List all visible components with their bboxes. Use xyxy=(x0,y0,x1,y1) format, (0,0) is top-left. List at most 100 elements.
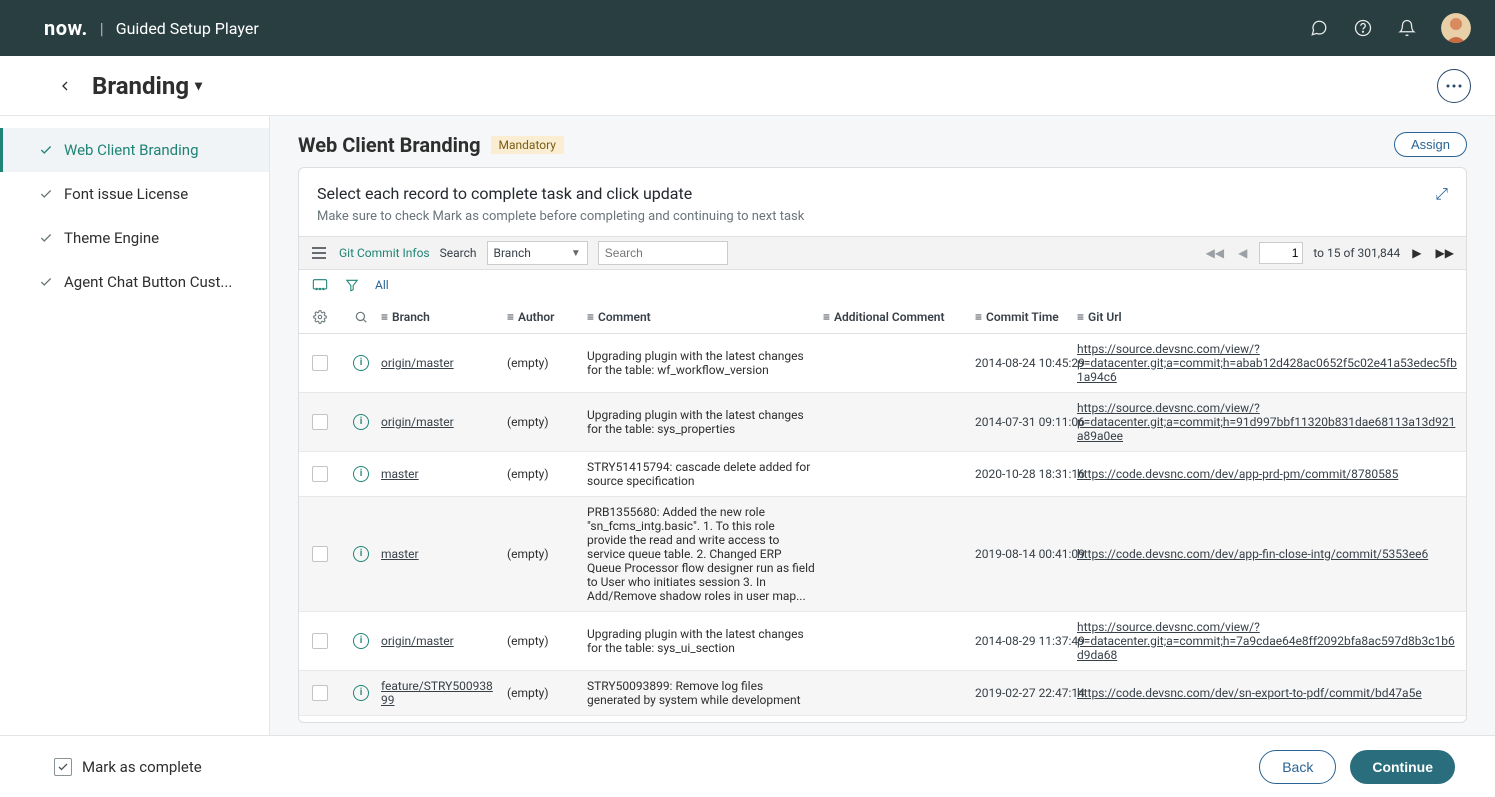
branch-link[interactable]: master xyxy=(381,467,419,481)
pager-last-icon[interactable]: ▶▶ xyxy=(1434,246,1456,260)
bell-icon[interactable] xyxy=(1397,18,1417,38)
pager-prev-icon[interactable]: ◀ xyxy=(1236,246,1249,260)
filter-icon[interactable] xyxy=(343,276,361,294)
column-header-branch[interactable]: ≡Branch xyxy=(381,310,507,324)
cell-author: (empty) xyxy=(507,686,587,700)
help-icon[interactable] xyxy=(1353,18,1373,38)
row-checkbox[interactable] xyxy=(312,355,328,371)
branch-link[interactable]: origin/master xyxy=(381,415,454,429)
cell-author: (empty) xyxy=(507,634,587,648)
filter-all-link[interactable]: All xyxy=(375,278,389,292)
cell-author: (empty) xyxy=(507,356,587,370)
table-row: i origin/master (empty)Upgrading plugin wi… xyxy=(299,334,1466,393)
page-number-input[interactable] xyxy=(1259,242,1303,264)
check-icon xyxy=(38,186,54,202)
cell-url: https://code.devsnc.com/dev/app-prd-pm/c… xyxy=(1077,467,1466,481)
activity-stream-icon[interactable] xyxy=(311,276,329,294)
section-title: Web Client Branding xyxy=(298,133,481,157)
sidebar-item-web-client-branding[interactable]: Web Client Branding xyxy=(0,128,269,172)
caret-down-icon: ▾ xyxy=(195,78,202,94)
cell-comment: Upgrading plugin with the latest changes… xyxy=(587,627,823,655)
page-range-text: to 15 of 301,844 xyxy=(1313,246,1400,260)
instruction-subtitle: Make sure to check Mark as complete befo… xyxy=(317,209,804,224)
chat-icon[interactable] xyxy=(1309,18,1329,38)
task-panel: Select each record to complete task and … xyxy=(298,167,1467,723)
column-header-time[interactable]: ≡Commit Time xyxy=(975,310,1077,324)
list-menu-icon[interactable] xyxy=(309,243,329,263)
row-checkbox[interactable] xyxy=(312,414,328,430)
column-header-url[interactable]: ≡Git Url xyxy=(1077,310,1466,324)
sidebar-item-font-issue-license[interactable]: Font issue License xyxy=(0,172,269,216)
cell-branch: origin/master xyxy=(381,634,507,648)
column-header-comment[interactable]: ≡Comment xyxy=(587,310,823,324)
info-icon[interactable]: i xyxy=(353,685,369,701)
sidebar-item-label: Web Client Branding xyxy=(64,141,199,159)
cell-branch: master xyxy=(381,547,507,561)
search-field-select[interactable]: Branch ▼ xyxy=(487,241,588,265)
git-url-link[interactable]: https://source.devsnc.com/view/?p=datace… xyxy=(1077,401,1455,443)
assign-button[interactable]: Assign xyxy=(1394,132,1467,157)
info-icon[interactable]: i xyxy=(353,355,369,371)
info-icon[interactable]: i xyxy=(353,546,369,562)
row-checkbox[interactable] xyxy=(312,685,328,701)
sidebar-item-agent-chat-button[interactable]: Agent Chat Button Cust... xyxy=(0,260,269,304)
sidebar-item-theme-engine[interactable]: Theme Engine xyxy=(0,216,269,260)
check-icon xyxy=(38,274,54,290)
check-icon xyxy=(38,142,54,158)
branch-link[interactable]: origin/master xyxy=(381,634,454,648)
search-input[interactable] xyxy=(598,241,728,265)
continue-button[interactable]: Continue xyxy=(1350,750,1455,784)
git-url-link[interactable]: https://code.devsnc.com/dev/app-prd-pm/c… xyxy=(1077,467,1398,481)
check-icon xyxy=(38,230,54,246)
page-title-dropdown[interactable]: Branding ▾ xyxy=(92,72,202,100)
cell-comment: Upgrading plugin with the latest changes… xyxy=(587,349,823,377)
git-url-link[interactable]: https://code.devsnc.com/dev/sn-export-to… xyxy=(1077,686,1422,700)
cell-comment: STRY50093899: Remove log files generated… xyxy=(587,679,823,707)
cell-branch: origin/master xyxy=(381,356,507,370)
info-icon[interactable]: i xyxy=(353,633,369,649)
table-name-link[interactable]: Git Commit Infos xyxy=(339,246,430,260)
branch-link[interactable]: origin/master xyxy=(381,356,454,370)
cell-url: https://source.devsnc.com/view/?p=datace… xyxy=(1077,620,1466,662)
gear-icon[interactable] xyxy=(299,310,341,324)
column-header-additional[interactable]: ≡Additional Comment xyxy=(823,310,975,324)
top-bar: now. | Guided Setup Player xyxy=(0,0,1495,56)
cell-comment: STRY51415794: cascade delete added for s… xyxy=(587,460,823,488)
table-row: iorigin/master(empty)Upgrading plugin wi… xyxy=(299,393,1466,452)
column-header-author[interactable]: ≡Author xyxy=(507,310,587,324)
filter-row: All xyxy=(299,270,1466,300)
row-checkbox[interactable] xyxy=(312,633,328,649)
pager-next-icon[interactable]: ▶ xyxy=(1410,246,1423,260)
table-row: i origin/master (empty)Upgrading plugin wi… xyxy=(299,612,1466,671)
cell-time: 2020-10-28 18:31:16 xyxy=(975,467,1077,481)
cell-author: (empty) xyxy=(507,415,587,429)
cell-time: 2014-08-24 10:45:29 xyxy=(975,356,1077,370)
back-icon[interactable] xyxy=(54,75,76,97)
more-actions-button[interactable] xyxy=(1437,69,1471,103)
column-search-icon[interactable] xyxy=(341,310,381,324)
cell-url: https://source.devsnc.com/view/?p=datace… xyxy=(1077,342,1466,384)
footer: Mark as complete Back Continue xyxy=(0,735,1495,797)
branch-link[interactable]: master xyxy=(381,547,419,561)
back-button[interactable]: Back xyxy=(1259,750,1336,784)
cell-time: 2014-07-31 09:11:06 xyxy=(975,415,1077,429)
cell-author: (empty) xyxy=(507,467,587,481)
info-icon[interactable]: i xyxy=(353,466,369,482)
info-icon[interactable]: i xyxy=(353,414,369,430)
git-url-link[interactable]: https://source.devsnc.com/view/?p=datace… xyxy=(1077,620,1455,662)
sidebar-item-label: Font issue License xyxy=(64,185,188,203)
mark-complete-checkbox[interactable] xyxy=(54,758,72,776)
expand-icon[interactable]: ⤢ xyxy=(1435,184,1448,204)
pager-first-icon[interactable]: ◀◀ xyxy=(1204,246,1226,260)
row-checkbox[interactable] xyxy=(312,546,328,562)
git-url-link[interactable]: https://code.devsnc.com/dev/app-fin-clos… xyxy=(1077,547,1428,561)
avatar[interactable] xyxy=(1441,13,1471,43)
app-title: Guided Setup Player xyxy=(116,19,259,38)
cell-branch: feature/STRY50093899 xyxy=(381,679,507,707)
row-checkbox[interactable] xyxy=(312,466,328,482)
cell-branch: origin/master xyxy=(381,415,507,429)
git-url-link[interactable]: https://source.devsnc.com/view/?p=datace… xyxy=(1077,342,1457,384)
cell-time: 2019-08-14 00:41:09 xyxy=(975,547,1077,561)
branch-link[interactable]: feature/STRY50093899 xyxy=(381,679,493,707)
cell-url: https://source.devsnc.com/view/?p=datace… xyxy=(1077,401,1466,443)
